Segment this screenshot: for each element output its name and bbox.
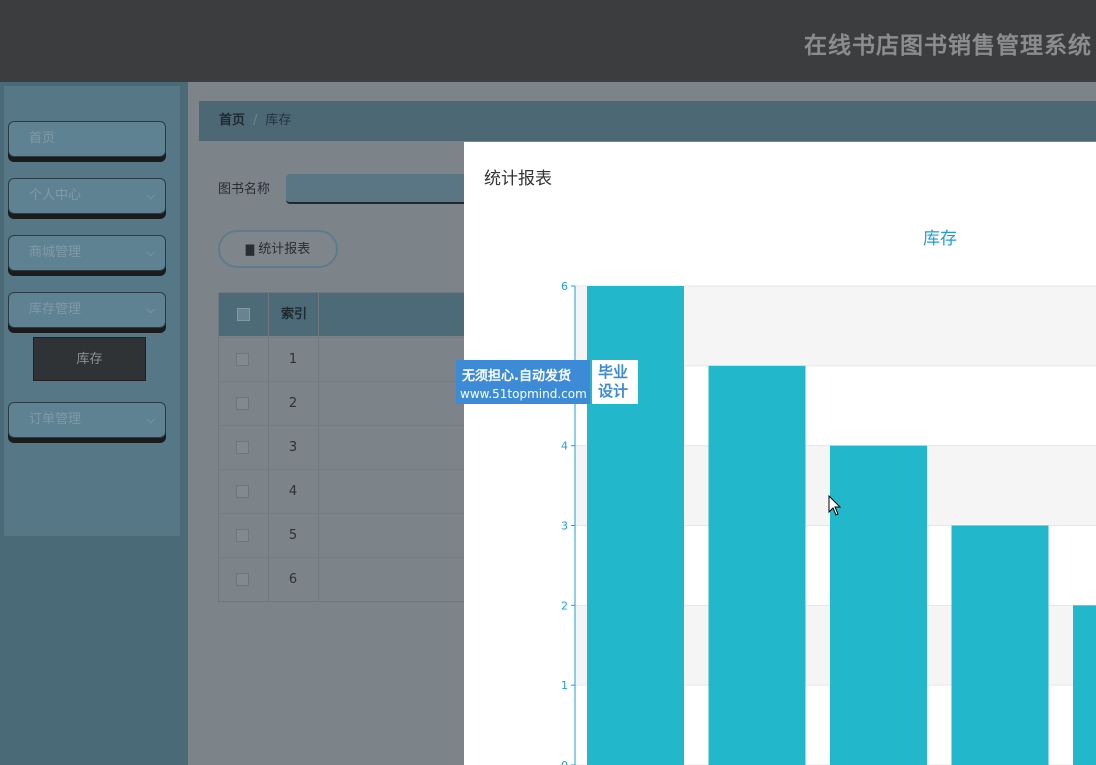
watermark-text-block: 无须担心.自动发货 www.51topmind.com [456, 360, 590, 404]
watermark-badge: 无须担心.自动发货 www.51topmind.com 毕业 设计 [456, 360, 638, 404]
chevron-down-icon: ⌵ [146, 189, 155, 202]
watermark-line1: 无须担心.自动发货 [462, 369, 571, 384]
table-row[interactable]: 3 [219, 425, 479, 470]
mouse-cursor-icon [828, 495, 842, 516]
statistics-report-modal: 0 1 2 3 4 6 库存 统计报表 [464, 142, 1096, 765]
table-row[interactable]: 2 [219, 381, 479, 426]
table-header: 索引 [219, 293, 479, 336]
breadcrumb-home[interactable]: 首页 [219, 113, 245, 128]
chart-bar [587, 286, 684, 765]
search-label: 图书名称 [218, 182, 271, 197]
row-index: 1 [288, 352, 298, 367]
row-index: 3 [288, 440, 298, 455]
top-header: 在线书店图书销售管理系统 [0, 0, 1096, 82]
column-header-index: 索引 [281, 307, 308, 322]
sidebar-item-label: 商城管理 [29, 245, 82, 260]
chart-title: 库存 [923, 229, 957, 249]
row-index: 6 [288, 572, 298, 587]
table-row[interactable]: 4 [219, 469, 479, 514]
chevron-down-icon: ⌵ [146, 303, 155, 316]
table-row[interactable]: 5 [219, 513, 479, 558]
watermark-logo: 毕业 设计 [592, 360, 638, 404]
row-checkbox[interactable] [236, 441, 249, 454]
inventory-bar-chart: 0 1 2 3 4 6 库存 [561, 229, 1096, 765]
chart-bar [1073, 605, 1096, 765]
statistics-report-button[interactable]: ▇ 统计报表 [218, 230, 338, 268]
sidebar-item-home[interactable]: 首页 [8, 121, 166, 157]
sidebar-subitem-inventory[interactable]: 库存 [33, 337, 146, 381]
sidebar-item-label: 个人中心 [29, 188, 82, 203]
chart-bar [830, 445, 927, 765]
sidebar-item-label: 首页 [29, 131, 56, 146]
sidebar-item-inventory-management[interactable]: 库存管理 ⌵ [8, 292, 166, 328]
chevron-down-icon: ⌵ [146, 413, 155, 426]
breadcrumb-separator: / [253, 113, 258, 128]
bar-chart-icon: ▇ [245, 243, 255, 256]
sidebar-item-order-management[interactable]: 订单管理 ⌵ [8, 402, 166, 438]
y-tick-label: 2 [561, 599, 568, 612]
table-row[interactable]: 6 [219, 557, 479, 602]
y-tick-label: 3 [561, 520, 568, 533]
y-tick-label: 1 [561, 679, 568, 692]
sidebar-item-personal-center[interactable]: 个人中心 ⌵ [8, 178, 166, 214]
select-all-checkbox[interactable] [237, 308, 250, 321]
statistics-report-label: 统计报表 [258, 242, 311, 257]
row-index: 4 [288, 484, 298, 499]
y-tick-label: 4 [561, 440, 568, 453]
row-checkbox[interactable] [236, 529, 249, 542]
watermark-line2: www.51topmind.com [460, 387, 587, 401]
sidebar-item-label: 订单管理 [29, 412, 82, 427]
sidebar-item-mall-management[interactable]: 商城管理 ⌵ [8, 235, 166, 271]
table-row[interactable]: 1 [219, 337, 479, 382]
chart-bar [951, 525, 1049, 765]
breadcrumb: 首页 / 库存 [199, 101, 1096, 141]
row-checkbox[interactable] [236, 397, 249, 410]
sidebar-item-label: 库存管理 [29, 302, 82, 317]
y-tick-label: 0 [561, 759, 568, 765]
chevron-down-icon: ⌵ [146, 246, 155, 259]
row-checkbox[interactable] [236, 573, 249, 586]
book-name-search-input[interactable] [286, 174, 476, 204]
chart-bar [708, 365, 806, 765]
y-tick-label: 6 [561, 280, 568, 293]
row-checkbox[interactable] [236, 353, 249, 366]
modal-title: 统计报表 [484, 169, 552, 189]
inventory-table: 索引 1 2 3 4 5 6 [218, 292, 480, 602]
watermark-badge-top: 毕业 [598, 363, 629, 381]
watermark-badge-bottom: 设计 [598, 382, 629, 400]
row-index: 5 [288, 528, 298, 543]
row-index: 2 [288, 396, 298, 411]
breadcrumb-current: 库存 [265, 113, 292, 128]
row-checkbox[interactable] [236, 485, 249, 498]
app-title: 在线书店图书销售管理系统 [804, 33, 1092, 59]
